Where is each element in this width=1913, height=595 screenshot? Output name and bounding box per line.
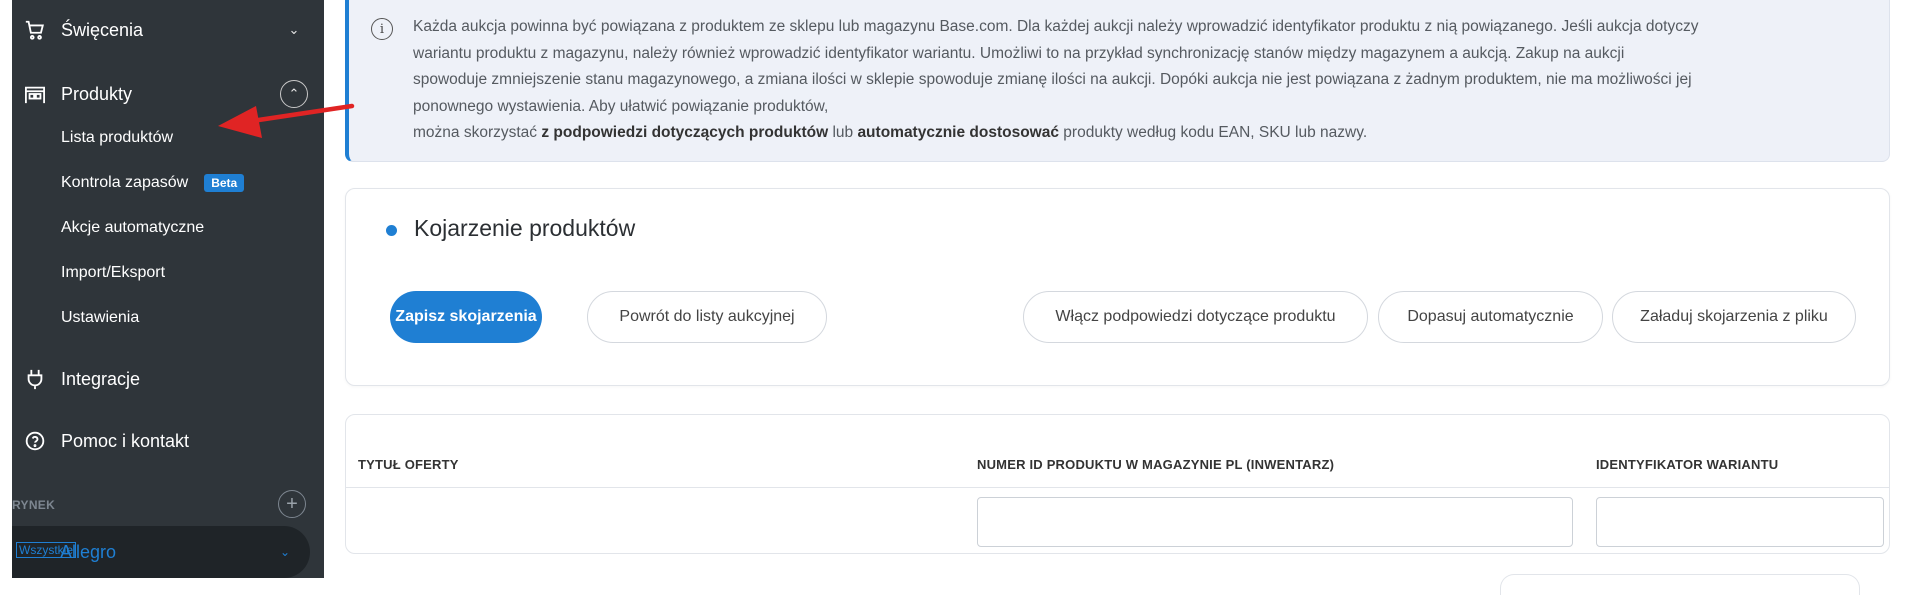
add-market-icon[interactable]: + [278, 490, 306, 518]
sidebar-item-akcje-automatyczne[interactable]: Akcje automatyczne [61, 216, 204, 240]
sidebar-item-ustawienia[interactable]: Ustawienia [61, 306, 139, 330]
sidebar-item-label: Akcje automatyczne [61, 219, 205, 236]
warehouse-icon [22, 81, 48, 107]
info-line: ponownego wystawienia. Aby ułatwić powią… [413, 97, 829, 115]
column-header-product-id: NUMER ID PRODUKTU W MAGAZYNIE PL (INWENT… [977, 457, 1335, 472]
sidebar-item-label: Ustawienia [61, 309, 140, 326]
sidebar-item-label: Lista produktów [61, 129, 174, 146]
back-to-list-button[interactable]: Powrót do listy aukcyjnej [587, 291, 827, 343]
product-id-input[interactable] [977, 497, 1573, 547]
chevron-down-icon: ⌄ [280, 545, 291, 559]
sidebar-item-import-eksport[interactable]: Import/Eksport [61, 261, 165, 285]
auto-match-button[interactable]: Dopasuj automatycznie [1378, 291, 1603, 343]
info-text-segment: lub [832, 124, 854, 141]
sidebar-item-kontrola-zapasow[interactable]: Kontrola zapasów Beta [61, 171, 245, 195]
product-matching-card: Kojarzenie produktów Zapisz skojarzenia … [345, 188, 1890, 386]
column-header-variant-id: IDENTYFIKATOR WARIANTU [1596, 457, 1779, 472]
info-text: Każda aukcja powinna być powiązana z pro… [413, 14, 1873, 147]
beta-badge: Beta [204, 174, 245, 192]
info-box: i Każda aukcja powinna być powiązana z p… [345, 0, 1890, 162]
table-header-divider [346, 487, 1889, 488]
sidebar-item-label: Kontrola zapasów [61, 174, 189, 191]
plug-icon [22, 366, 48, 392]
sidebar-item-label: Import/Eksport [61, 264, 166, 281]
info-line: spowoduje zmniejszenie stanu magazynoweg… [413, 71, 1692, 88]
nav-label: Integracje [61, 368, 141, 389]
card-title: Kojarzenie produktów [414, 215, 636, 241]
cart-icon [22, 17, 48, 43]
column-header-title: TYTUŁ OFERTY [358, 457, 459, 472]
info-text-segment: produkty według kodu EAN, SKU lub nazwy. [1063, 124, 1368, 141]
info-line: wariantu produktu z magazynu, należy rów… [413, 44, 1625, 62]
market-section-label: RYNEK [12, 498, 56, 512]
market-select[interactable]: Allegro Wszystkie ⌄ [12, 526, 310, 578]
nav-item-integracje[interactable]: Integracje [12, 359, 324, 399]
product-hints-link[interactable]: z podpowiedzi dotyczących produktów [541, 124, 828, 141]
info-icon: i [371, 18, 393, 40]
variant-id-input[interactable] [1596, 497, 1884, 547]
help-circle-icon [22, 428, 48, 454]
nav-label: Pomoc i kontakt [61, 430, 190, 451]
nav-item-produkty[interactable]: Produkty ⌃ [12, 74, 324, 114]
matching-table: TYTUŁ OFERTY NUMER ID PRODUKTU W MAGAZYN… [345, 414, 1890, 554]
info-line: Każda aukcja powinna być powiązana z pro… [413, 18, 1699, 35]
page: Święcenia ⌄ Produkty ⌃ Lista produktów K… [0, 0, 1913, 595]
nav-item-swiecenia[interactable]: Święcenia ⌄ [12, 10, 324, 50]
load-from-file-button[interactable]: Załaduj skojarzenia z pliku [1612, 291, 1856, 343]
nav-label: Produkty [61, 83, 133, 104]
nav-item-pomoc[interactable]: Pomoc i kontakt [12, 421, 324, 461]
auto-match-link[interactable]: automatycznie dostosować [857, 124, 1059, 141]
next-element-edge [1500, 574, 1860, 595]
info-line: można skorzystać z podpowiedzi dotyczący… [413, 120, 1873, 147]
market-select-overlay: Wszystkie [16, 542, 76, 558]
chevron-up-icon[interactable]: ⌃ [280, 80, 308, 108]
title-bullet [386, 225, 397, 236]
save-matches-button[interactable]: Zapisz skojarzenia [390, 291, 542, 343]
enable-hints-button[interactable]: Włącz podpowiedzi dotyczące produktu [1023, 291, 1368, 343]
sidebar-item-lista-produktow[interactable]: Lista produktów [61, 126, 173, 150]
chevron-down-icon[interactable]: ⌄ [280, 16, 308, 44]
nav-label: Święcenia [61, 19, 144, 40]
info-text-segment: można skorzystać [413, 124, 538, 141]
sidebar: Święcenia ⌄ Produkty ⌃ Lista produktów K… [12, 0, 324, 578]
